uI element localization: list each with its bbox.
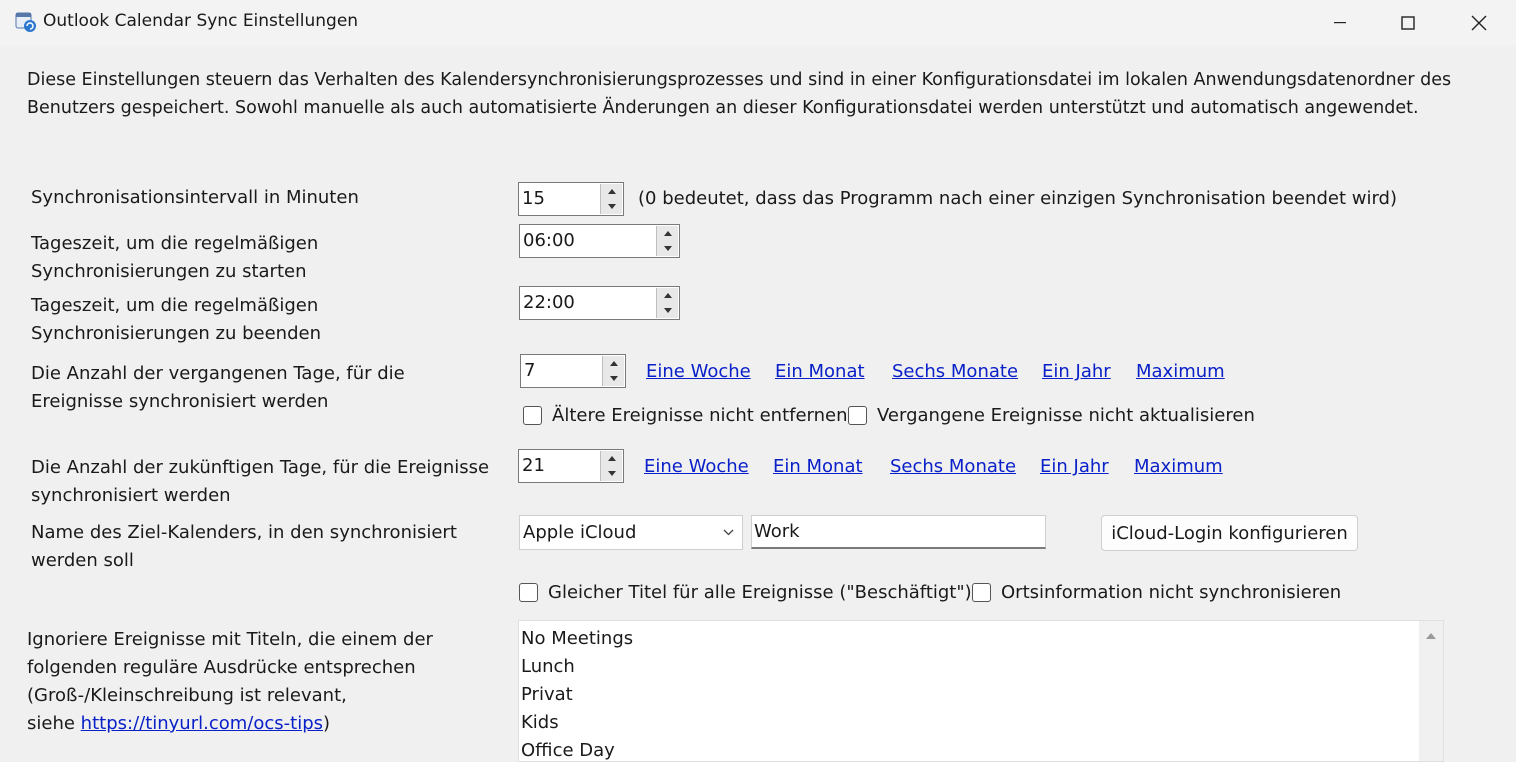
past-link-one-year[interactable]: Ein Jahr — [1042, 361, 1111, 382]
vertical-scrollbar[interactable] — [1419, 621, 1443, 761]
arrow-down-icon — [663, 246, 672, 251]
future-link-six-months[interactable]: Sechs Monate — [890, 456, 1016, 477]
arrow-down-icon — [609, 376, 618, 381]
ignore-regex-label-line3: (Groß-/Kleinschreibung ist relevant, — [27, 685, 347, 706]
keep-older-events-checkbox[interactable]: Ältere Ereignisse nicht entfernen — [523, 405, 848, 426]
past-days-label: Die Anzahl der vergangenen Tage, für die… — [31, 363, 405, 412]
start-time-picker[interactable]: 06:00 — [519, 224, 680, 258]
ignore-regex-label: Ignoriere Ereignisse mit Titeln, die ein… — [27, 626, 433, 738]
same-title-checkbox[interactable]: Gleicher Titel für alle Ereignisse ("Bes… — [519, 582, 972, 603]
sync-interval-down-button[interactable] — [601, 199, 622, 214]
description-text: Diese Einstellungen steuern das Verhalte… — [27, 70, 1452, 118]
app-calendar-icon — [15, 11, 37, 33]
end-time-up-button[interactable] — [657, 288, 678, 304]
ignore-regex-list[interactable]: No Meetings Lunch Privat Kids Office Day — [518, 620, 1444, 762]
arrow-down-icon — [607, 471, 616, 476]
future-days-up-button[interactable] — [601, 451, 622, 467]
list-item[interactable]: Kids — [521, 709, 559, 737]
chevron-down-icon — [723, 529, 734, 536]
list-item[interactable]: Privat — [521, 681, 573, 709]
arrow-down-icon — [607, 204, 616, 209]
maximize-button[interactable] — [1373, 0, 1443, 46]
ignore-regex-suffix: ) — [323, 713, 331, 734]
list-item[interactable]: Lunch — [521, 653, 575, 681]
checkbox-box[interactable] — [972, 583, 991, 602]
future-link-maximum[interactable]: Maximum — [1134, 456, 1223, 477]
end-time-picker[interactable]: 22:00 — [519, 286, 680, 320]
tips-link[interactable]: https://tinyurl.com/ocs-tips — [81, 713, 323, 734]
sync-interval-stepper[interactable]: 15 — [518, 182, 624, 216]
sync-interval-value: 15 — [522, 188, 545, 209]
checkbox-label: Ortsinformation nicht synchronisieren — [1001, 582, 1342, 603]
future-link-one-week[interactable]: Eine Woche — [644, 456, 749, 477]
checkbox-box[interactable] — [519, 583, 538, 602]
past-link-maximum[interactable]: Maximum — [1136, 361, 1225, 382]
past-link-one-week[interactable]: Eine Woche — [646, 361, 751, 382]
ignore-regex-prefix: siehe — [27, 713, 81, 734]
maximize-icon — [1401, 16, 1415, 30]
list-item[interactable]: Office Day — [521, 737, 615, 761]
past-link-six-months[interactable]: Sechs Monate — [892, 361, 1018, 382]
dont-update-past-checkbox[interactable]: Vergangene Ereignisse nicht aktualisiere… — [848, 405, 1255, 426]
sync-interval-up-button[interactable] — [601, 184, 622, 200]
future-days-label: Die Anzahl der zukünftigen Tage, für die… — [31, 457, 490, 506]
future-days-down-button[interactable] — [601, 466, 622, 481]
past-days-value: 7 — [524, 360, 536, 381]
checkbox-label: Vergangene Ereignisse nicht aktualisiere… — [877, 405, 1255, 426]
checkbox-box[interactable] — [848, 406, 867, 425]
end-time-value: 22:00 — [523, 292, 575, 313]
calendar-name-value: Work — [754, 521, 800, 542]
icloud-login-button[interactable]: iCloud-Login konfigurieren — [1101, 515, 1358, 551]
minimize-button[interactable] — [1305, 0, 1375, 46]
arrow-up-icon — [609, 361, 618, 366]
checkbox-box[interactable] — [523, 406, 542, 425]
past-days-stepper[interactable]: 7 — [520, 354, 626, 388]
calendar-name-input[interactable]: Work — [751, 515, 1046, 549]
arrow-up-icon — [663, 231, 672, 236]
window-title: Outlook Calendar Sync Einstellungen — [43, 11, 359, 31]
close-button[interactable] — [1444, 0, 1514, 46]
start-time-up-button[interactable] — [657, 226, 678, 242]
arrow-up-icon — [663, 293, 672, 298]
future-days-value: 21 — [522, 455, 545, 476]
sync-interval-label: Synchronisationsintervall in Minuten — [31, 187, 359, 208]
future-link-one-month[interactable]: Ein Monat — [773, 456, 863, 477]
close-icon — [1471, 15, 1487, 31]
arrow-up-icon — [607, 456, 616, 461]
scroll-up-icon[interactable] — [1426, 632, 1436, 639]
past-days-up-button[interactable] — [603, 356, 624, 372]
end-time-label: Tageszeit, um die regelmäßigen Synchroni… — [31, 295, 321, 344]
ignore-regex-label-line1: Ignoriere Ereignisse mit Titeln, die ein… — [27, 629, 433, 650]
arrow-down-icon — [663, 308, 672, 313]
calendar-provider-select[interactable]: Apple iCloud — [519, 515, 743, 550]
end-time-down-button[interactable] — [657, 303, 678, 318]
list-item[interactable]: No Meetings — [521, 625, 633, 653]
start-time-label: Tageszeit, um die regelmäßigen Synchroni… — [31, 233, 319, 282]
ignore-regex-label-line4: siehe https://tinyurl.com/ocs-tips) — [27, 710, 433, 738]
calendar-provider-value: Apple iCloud — [523, 522, 637, 543]
minimize-icon — [1334, 22, 1346, 24]
no-location-checkbox[interactable]: Ortsinformation nicht synchronisieren — [972, 582, 1341, 603]
ignore-regex-label-line2: folgenden reguläre Ausdrücke entsprechen — [27, 657, 416, 678]
arrow-up-icon — [607, 189, 616, 194]
sync-interval-hint: (0 bedeutet, dass das Programm nach eine… — [638, 188, 1397, 209]
past-days-down-button[interactable] — [603, 371, 624, 386]
start-time-down-button[interactable] — [657, 241, 678, 256]
past-link-one-month[interactable]: Ein Monat — [775, 361, 865, 382]
future-days-stepper[interactable]: 21 — [518, 449, 624, 483]
checkbox-label: Gleicher Titel für alle Ereignisse ("Bes… — [548, 582, 972, 603]
start-time-value: 06:00 — [523, 230, 575, 251]
target-calendar-label: Name des Ziel-Kalenders, in den synchron… — [31, 522, 457, 571]
checkbox-label: Ältere Ereignisse nicht entfernen — [552, 405, 848, 426]
future-link-one-year[interactable]: Ein Jahr — [1040, 456, 1109, 477]
